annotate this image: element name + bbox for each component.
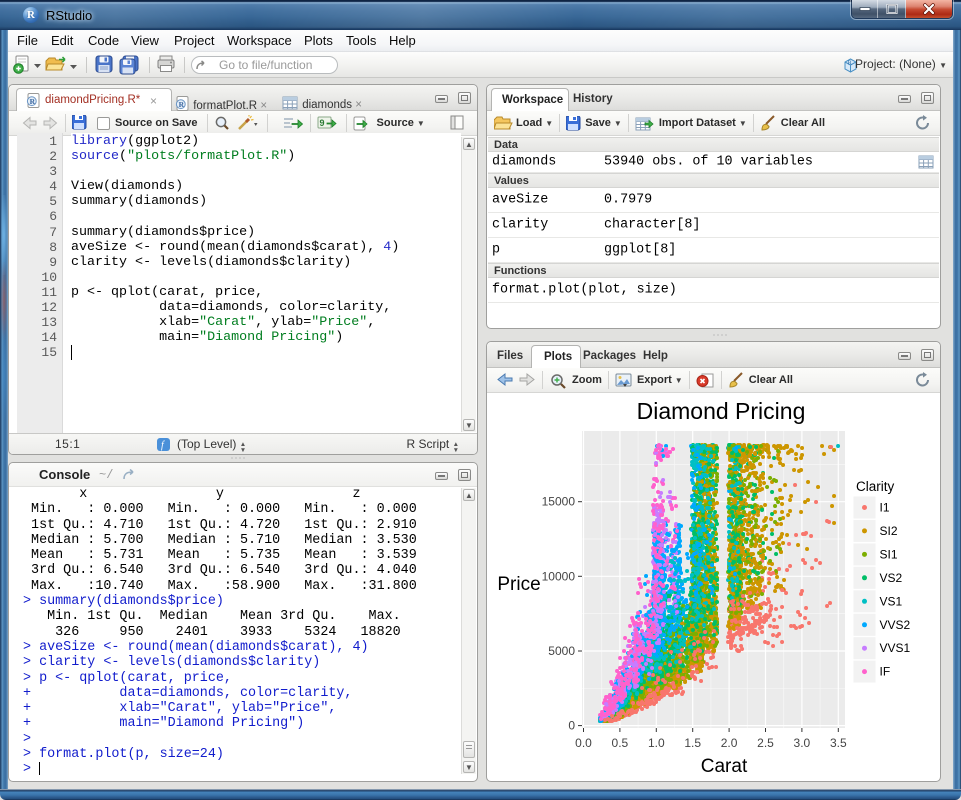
svg-text:Carat: Carat — [701, 756, 748, 777]
svg-text:Diamond Pricing: Diamond Pricing — [637, 398, 806, 424]
svg-text:0: 0 — [568, 719, 575, 733]
svg-text:Price: Price — [497, 574, 540, 595]
svg-text:IF: IF — [880, 665, 891, 679]
svg-text:10000: 10000 — [542, 569, 576, 583]
svg-text:Clarity: Clarity — [856, 479, 895, 494]
svg-text:3.5: 3.5 — [830, 736, 847, 750]
svg-text:VVS1: VVS1 — [880, 641, 911, 655]
svg-text:1.5: 1.5 — [684, 736, 701, 750]
svg-text:VS2: VS2 — [880, 571, 903, 585]
svg-text:1.0: 1.0 — [648, 736, 665, 750]
svg-text:9: 9 — [319, 118, 324, 128]
svg-text:VVS2: VVS2 — [880, 618, 911, 632]
svg-text:R: R — [30, 97, 36, 106]
svg-text:15000: 15000 — [542, 495, 576, 509]
svg-text:R: R — [179, 100, 185, 109]
svg-text:0.0: 0.0 — [575, 736, 592, 750]
svg-text:I1: I1 — [880, 501, 890, 515]
svg-text:0.5: 0.5 — [612, 736, 629, 750]
svg-text:R: R — [848, 61, 852, 67]
svg-text:3.0: 3.0 — [794, 736, 811, 750]
svg-text:2.5: 2.5 — [757, 736, 774, 750]
svg-text:SI1: SI1 — [880, 547, 898, 561]
svg-text:2.0: 2.0 — [721, 736, 738, 750]
svg-text:5000: 5000 — [548, 644, 575, 658]
svg-text:SI2: SI2 — [880, 524, 898, 538]
svg-text:VS1: VS1 — [880, 594, 903, 608]
